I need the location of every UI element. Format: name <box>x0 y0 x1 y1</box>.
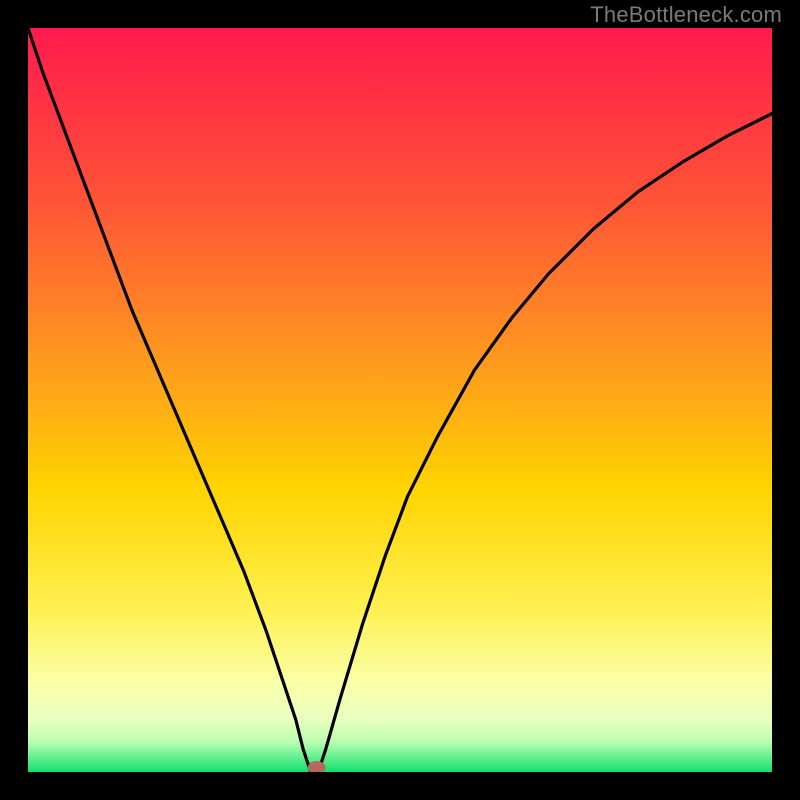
gradient-background <box>28 28 772 772</box>
chart-container: TheBottleneck.com <box>0 0 800 800</box>
watermark-text: TheBottleneck.com <box>590 2 782 28</box>
bottleneck-chart <box>28 28 772 772</box>
plot-area <box>28 28 772 772</box>
